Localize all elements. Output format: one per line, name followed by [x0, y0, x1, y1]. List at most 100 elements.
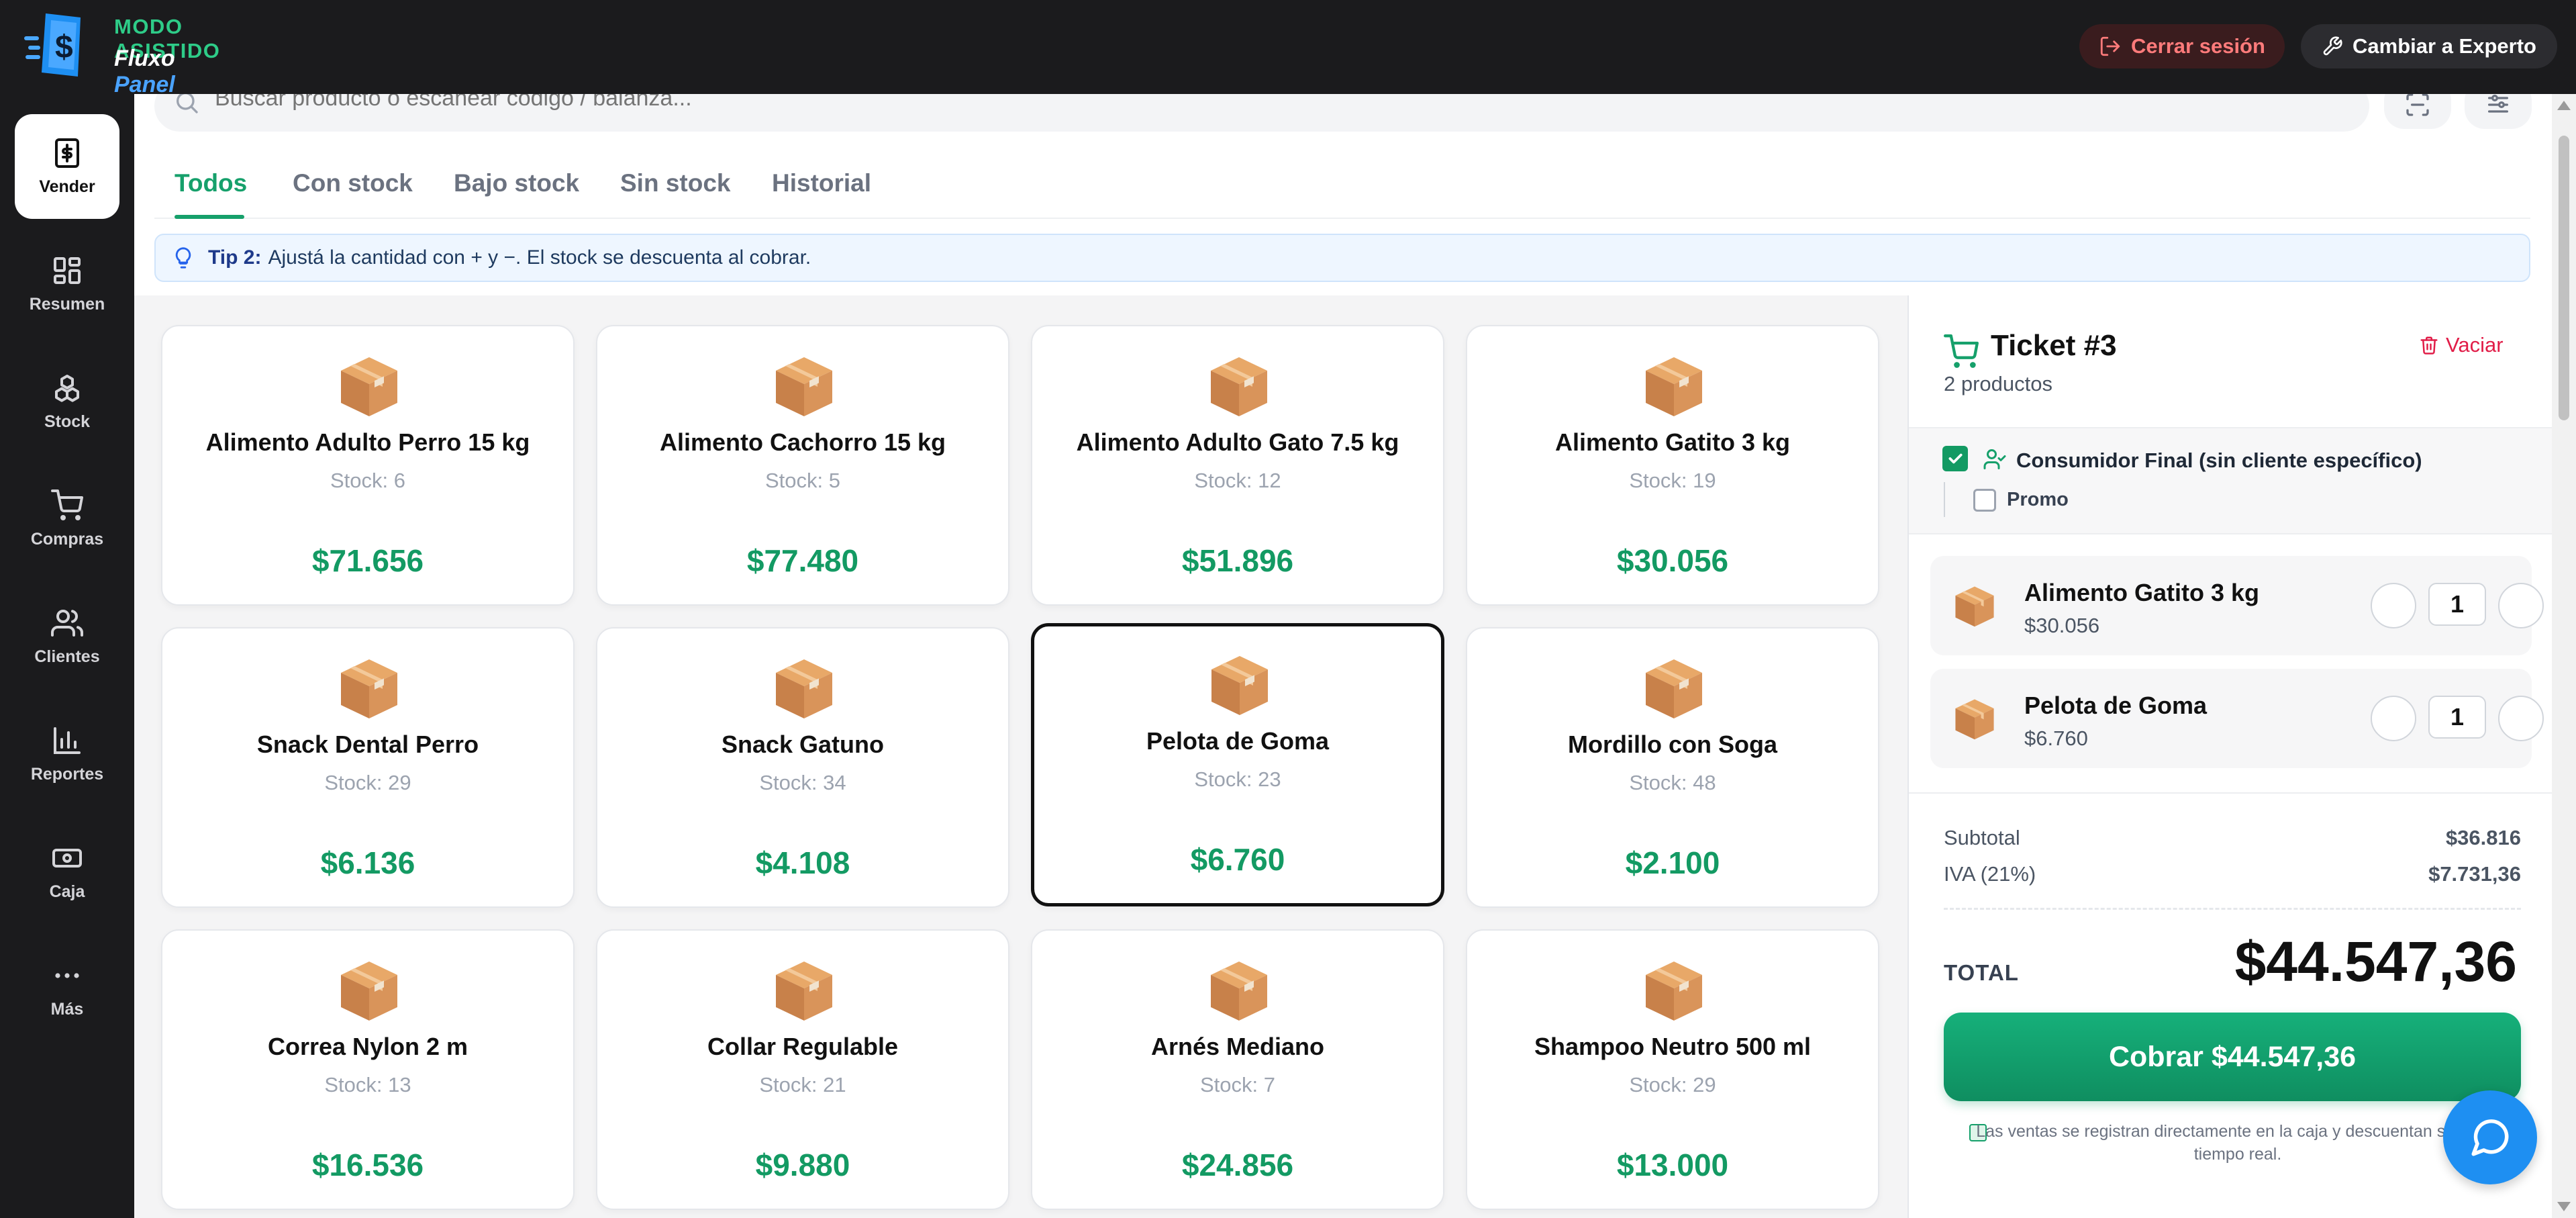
- product-stock: Stock: 21: [759, 1073, 846, 1096]
- quantity-field[interactable]: 1: [2428, 696, 2486, 739]
- divider: [1944, 908, 2521, 910]
- tab-todos[interactable]: Todos: [175, 169, 247, 197]
- tab-sin-stock[interactable]: Sin stock: [620, 169, 731, 197]
- cash-icon: [52, 848, 82, 868]
- grid-icon: [54, 256, 81, 284]
- increase-qty-button[interactable]: [2498, 583, 2544, 628]
- product-card[interactable]: Snack Gatuno Stock: 34 $4.108: [596, 627, 1009, 908]
- product-stock: Stock: 34: [759, 771, 846, 794]
- product-card[interactable]: Alimento Adulto Perro 15 kg Stock: 6 $71…: [161, 325, 575, 606]
- clear-label: Vaciar: [2446, 333, 2504, 357]
- tab-con-stock[interactable]: Con stock: [293, 169, 413, 197]
- product-name: Alimento Adulto Perro 15 kg: [205, 428, 530, 456]
- sidebar-item-label: Clientes: [34, 647, 100, 666]
- product-card[interactable]: Alimento Cachorro 15 kg Stock: 5 $77.480: [596, 325, 1009, 606]
- decrease-qty-button[interactable]: [2371, 696, 2416, 741]
- sidebar-item-vender[interactable]: Vender: [15, 114, 119, 219]
- ticket-line-item: Pelota de Goma $6.760 1: [1930, 669, 2544, 768]
- increase-qty-button[interactable]: [2498, 696, 2544, 741]
- sidebar-item-reportes[interactable]: Reportes: [15, 702, 119, 806]
- sidebar-item-clientes[interactable]: Clientes: [15, 584, 119, 689]
- tip-text: Ajustá la cantidad con + y −. El stock s…: [268, 246, 811, 269]
- product-name: Pelota de Goma: [1146, 727, 1330, 755]
- product-stock: Stock: 13: [324, 1073, 411, 1096]
- consumidor-final-checkbox[interactable]: [1942, 446, 1968, 471]
- sidebar-item-resumen[interactable]: Resumen: [15, 232, 119, 336]
- line-item-price: $30.056: [2024, 614, 2100, 637]
- charge-button[interactable]: Cobrar $44.547,36: [1944, 1013, 2521, 1101]
- box-icon: [341, 659, 397, 718]
- product-name: Shampoo Neutro 500 ml: [1534, 1033, 1812, 1060]
- scroll-down-arrow-icon[interactable]: [2557, 1202, 2571, 1211]
- product-card[interactable]: Alimento Gatito 3 kg Stock: 19 $30.056: [1466, 325, 1879, 606]
- product-stock: Stock: 23: [1194, 767, 1281, 791]
- logout-icon: [2100, 36, 2120, 56]
- quantity-field[interactable]: 1: [2428, 583, 2486, 626]
- tip-title: Tip 2:: [208, 246, 262, 269]
- chat-button[interactable]: [2443, 1090, 2537, 1184]
- users-icon: [51, 609, 83, 637]
- ticket-item-count: 2 productos: [1944, 372, 2052, 395]
- box-icon: [1955, 699, 1994, 740]
- total-value: $44.547,36: [2234, 930, 2517, 993]
- product-name: Snack Gatuno: [721, 731, 885, 758]
- product-name: Snack Dental Perro: [256, 731, 479, 758]
- sidebar-item-caja[interactable]: Caja: [15, 819, 119, 924]
- product-card[interactable]: Arnés Mediano Stock: 7 $24.856: [1031, 929, 1444, 1210]
- scan-button[interactable]: [2384, 81, 2451, 129]
- line-item-price: $6.760: [2024, 727, 2088, 750]
- product-stock: Stock: 12: [1194, 469, 1281, 492]
- iva-label: IVA (21%): [1944, 862, 2036, 886]
- sidebar-item-mas[interactable]: Más: [15, 937, 119, 1041]
- product-card[interactable]: Correa Nylon 2 m Stock: 13 $16.536: [161, 929, 575, 1210]
- sidebar-item-label: Vender: [39, 177, 95, 196]
- box-icon: [1211, 357, 1267, 416]
- customer-section: [1909, 427, 2553, 534]
- promo-label: Promo: [2007, 489, 2069, 510]
- tab-historial[interactable]: Historial: [772, 169, 871, 197]
- box-icon: [776, 962, 832, 1021]
- ticket-title: Ticket #3: [1991, 329, 2117, 362]
- box-icon: [1646, 357, 1702, 416]
- product-name: Mordillo con Soga: [1568, 731, 1777, 758]
- sidebar-item-stock[interactable]: Stock: [15, 349, 119, 454]
- bar-chart-icon: [54, 727, 81, 754]
- product-card[interactable]: Collar Regulable Stock: 21 $9.880: [596, 929, 1009, 1210]
- box-icon: [1646, 962, 1702, 1021]
- active-tab-indicator: [175, 215, 244, 219]
- product-card[interactable]: Snack Dental Perro Stock: 29 $6.136: [161, 627, 575, 908]
- scrollbar-thumb[interactable]: [2559, 136, 2569, 420]
- expert-label: Cambiar a Experto: [2352, 34, 2536, 58]
- product-card[interactable]: Alimento Adulto Gato 7.5 kg Stock: 12 $5…: [1031, 325, 1444, 606]
- product-price: $2.100: [1625, 845, 1720, 880]
- user-check-icon: [1983, 449, 2006, 469]
- scroll-up-arrow-icon[interactable]: [2557, 101, 2571, 110]
- sidebar-item-label: Reportes: [30, 764, 104, 784]
- logout-button[interactable]: Cerrar sesión: [2079, 24, 2285, 68]
- product-card-selected[interactable]: Pelota de Goma Stock: 23 $6.760: [1031, 623, 1444, 906]
- more-icon: [55, 972, 79, 978]
- promo-checkbox[interactable]: [1973, 489, 1996, 512]
- switch-expert-button[interactable]: Cambiar a Experto: [2301, 24, 2557, 68]
- clear-ticket-button[interactable]: Vaciar: [2419, 333, 2504, 357]
- decrease-qty-button[interactable]: [2371, 583, 2416, 628]
- line-item-name: Pelota de Goma: [2024, 692, 2208, 719]
- lightbulb-icon: [175, 247, 191, 269]
- product-card[interactable]: Mordillo con Soga Stock: 48 $2.100: [1466, 627, 1879, 908]
- brand-name-part1: Fluxo: [114, 46, 175, 71]
- ticket-panel: Ticket #3 2 productos Vaciar Consumidor …: [1908, 295, 2553, 1218]
- page-scrollbar[interactable]: [2552, 94, 2576, 1218]
- search-bar: [154, 81, 2369, 132]
- iva-value: $7.731,36: [2428, 862, 2521, 886]
- subtotal-value: $36.816: [2445, 826, 2521, 849]
- sidebar-item-compras[interactable]: Compras: [15, 467, 119, 571]
- filters-button[interactable]: [2465, 81, 2532, 129]
- product-price: $24.856: [1181, 1147, 1294, 1182]
- tab-bajo-stock[interactable]: Bajo stock: [454, 169, 579, 197]
- product-card[interactable]: Shampoo Neutro 500 ml Stock: 29 $13.000: [1466, 929, 1879, 1210]
- wrench-icon: [2323, 36, 2342, 56]
- product-stock: Stock: 5: [765, 469, 840, 492]
- product-price: $6.760: [1190, 842, 1285, 877]
- sales-note: Las ventas se registran directamente en …: [1976, 1122, 2499, 1164]
- search-input[interactable]: [215, 81, 2329, 115]
